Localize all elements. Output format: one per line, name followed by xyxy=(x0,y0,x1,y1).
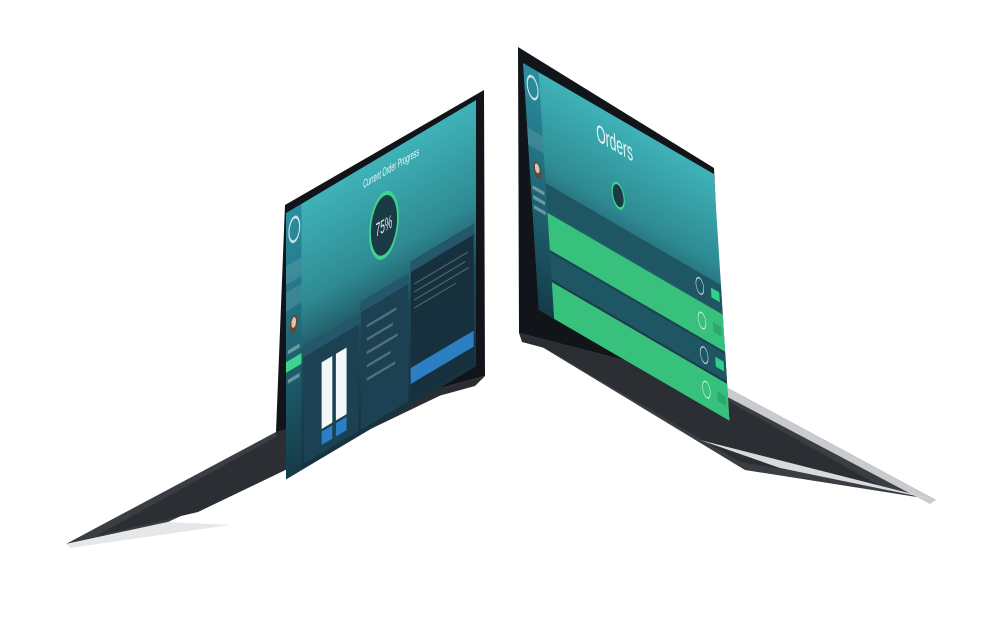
order-row-4-progress-icon xyxy=(701,378,712,401)
order-row-3-button[interactable] xyxy=(715,356,725,372)
product-mockup-scene: MacBook Current Order Progress 75% xyxy=(0,0,1000,628)
right-avatar[interactable] xyxy=(532,158,542,182)
right-nav-item-1[interactable] xyxy=(532,185,545,196)
right-sidebar-block xyxy=(527,127,544,154)
right-nav-item-3[interactable] xyxy=(533,204,546,216)
right-header-title: Orders xyxy=(595,119,634,168)
order-row-2-progress-icon xyxy=(697,309,707,332)
right-tab-1[interactable] xyxy=(556,177,557,185)
right-laptop-body xyxy=(518,47,936,504)
order-row-1-progress-icon xyxy=(695,274,705,297)
order-row-1-button[interactable] xyxy=(710,287,720,303)
order-row-3-progress-icon xyxy=(699,343,709,367)
right-progress-gauge xyxy=(610,178,626,214)
right-nav-item-2[interactable] xyxy=(533,194,546,206)
order-row-4-button[interactable] xyxy=(717,391,727,407)
order-row-2-button[interactable] xyxy=(713,322,723,337)
right-sidebar-progress-ring-icon xyxy=(525,71,540,104)
